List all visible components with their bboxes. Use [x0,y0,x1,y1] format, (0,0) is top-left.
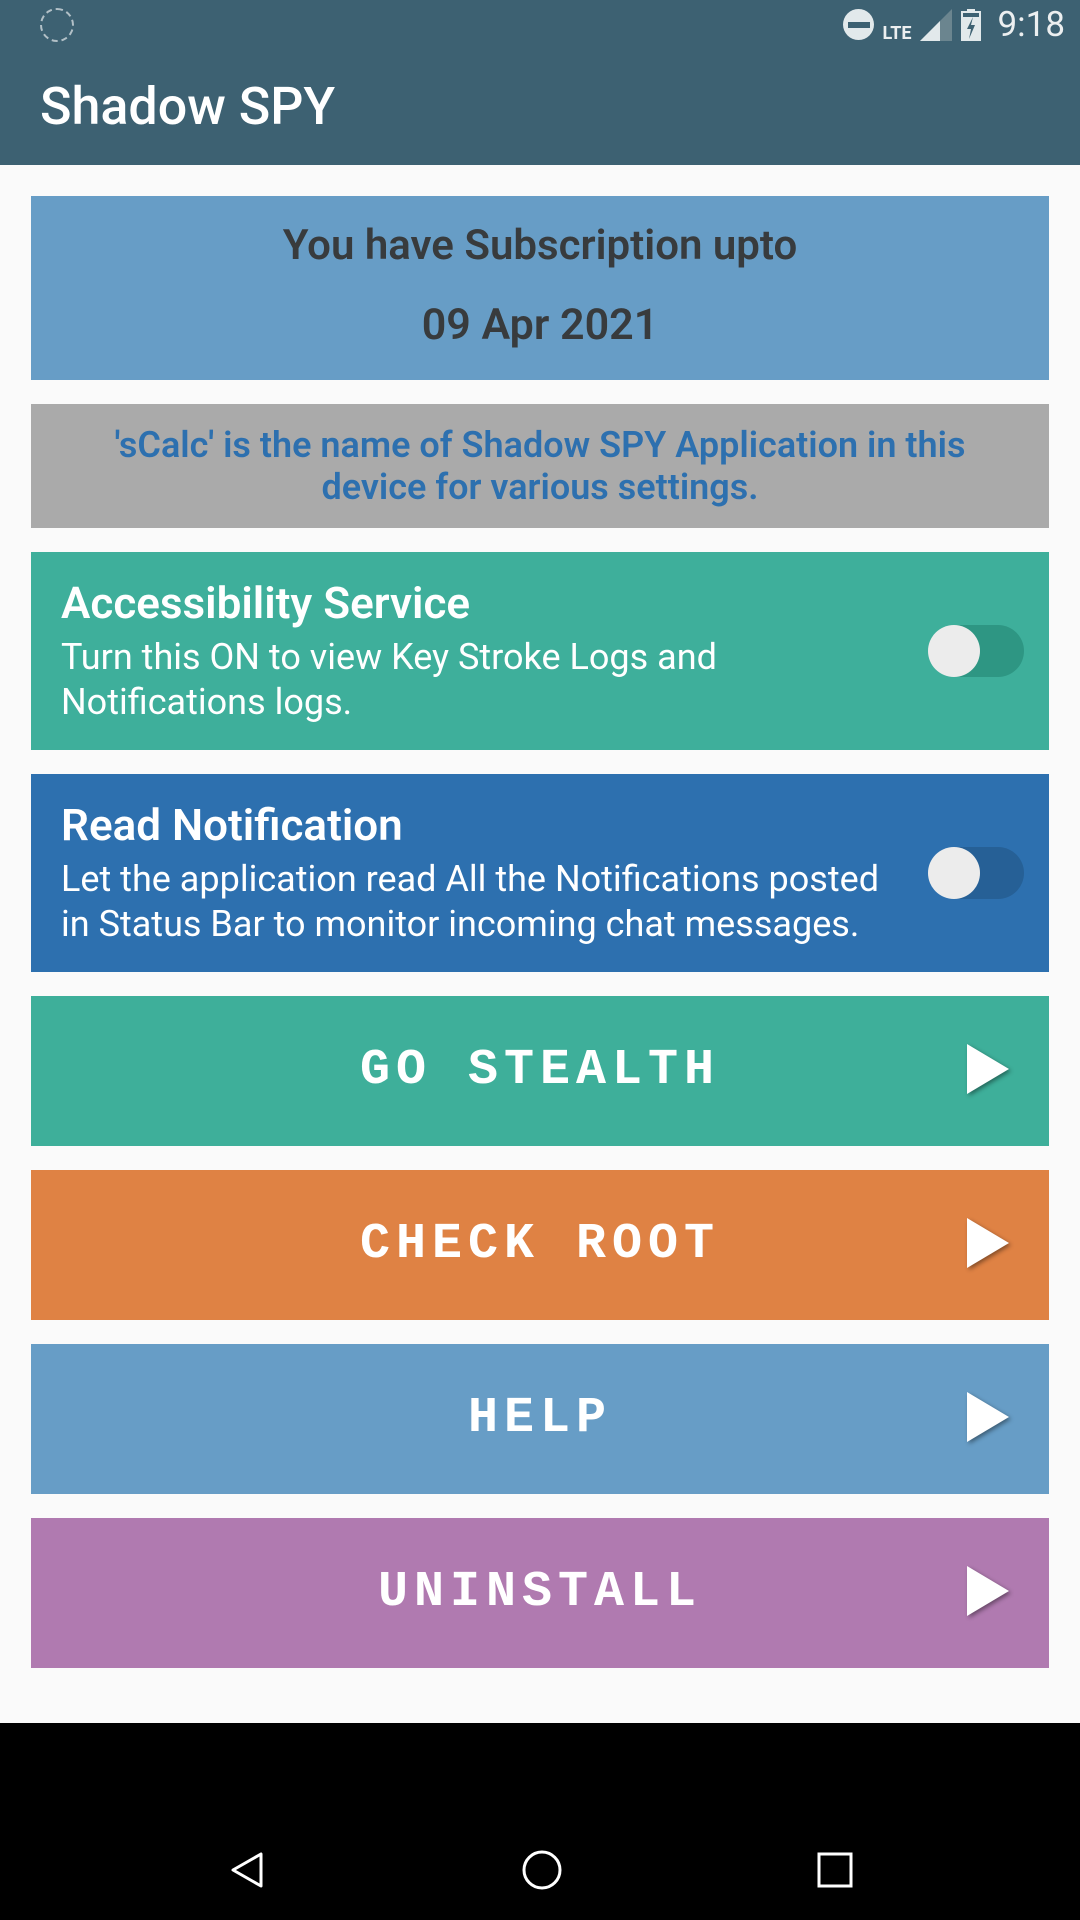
check-root-button[interactable]: CHECK ROOT [31,1170,1049,1320]
status-bar-left [40,8,74,42]
app-bar: Shadow SPY [0,49,1080,164]
home-button[interactable] [518,1846,566,1894]
time-text: 9:18 [998,4,1066,45]
app-alias-info-card: 'sCalc' is the name of Shadow SPY Applic… [31,404,1049,528]
black-bar [0,1723,1080,1821]
read-notification-text: Read Notification Let the application re… [61,799,912,947]
go-stealth-button[interactable]: GO STEALTH [31,996,1049,1146]
read-notification-description: Let the application read All the Notific… [61,857,912,947]
help-button[interactable]: HELP [31,1344,1049,1494]
check-root-label: CHECK ROOT [360,1216,720,1273]
go-stealth-label: GO STEALTH [360,1042,720,1099]
accessibility-service-toggle[interactable] [932,625,1024,677]
accessibility-service-text: Accessibility Service Turn this ON to vi… [61,577,912,725]
read-notification-title: Read Notification [61,799,912,851]
network-type-label: LTE [882,23,911,44]
do-not-disturb-icon [843,9,874,40]
play-icon [967,1044,1009,1098]
help-label: HELP [468,1390,612,1447]
toggle-knob [928,625,980,677]
subscription-card: You have Subscription upto 09 Apr 2021 [31,196,1049,380]
navigation-bar [0,1821,1080,1920]
play-icon [967,1566,1009,1620]
recent-apps-button[interactable] [813,1848,857,1892]
app-alias-info-text: 'sCalc' is the name of Shadow SPY Applic… [61,424,1019,508]
play-icon [967,1218,1009,1272]
status-bar: LTE 9:18 [0,0,1080,49]
back-button[interactable] [223,1846,271,1894]
subscription-title: You have Subscription upto [61,221,1019,270]
play-icon [967,1392,1009,1446]
read-notification-toggle[interactable] [932,847,1024,899]
accessibility-service-title: Accessibility Service [61,577,912,629]
battery-charging-icon [960,9,982,41]
status-bar-right: LTE 9:18 [843,4,1065,45]
loading-spinner-icon [40,8,74,42]
signal-icon [920,9,952,41]
app-title: Shadow SPY [40,76,335,137]
read-notification-card[interactable]: Read Notification Let the application re… [31,774,1049,972]
accessibility-service-card[interactable]: Accessibility Service Turn this ON to vi… [31,552,1049,750]
subscription-date: 09 Apr 2021 [61,300,1019,350]
content-area: You have Subscription upto 09 Apr 2021 '… [0,165,1080,1723]
uninstall-label: UNINSTALL [378,1564,702,1621]
accessibility-service-description: Turn this ON to view Key Stroke Logs and… [61,635,912,725]
toggle-knob [928,847,980,899]
uninstall-button[interactable]: UNINSTALL [31,1518,1049,1668]
